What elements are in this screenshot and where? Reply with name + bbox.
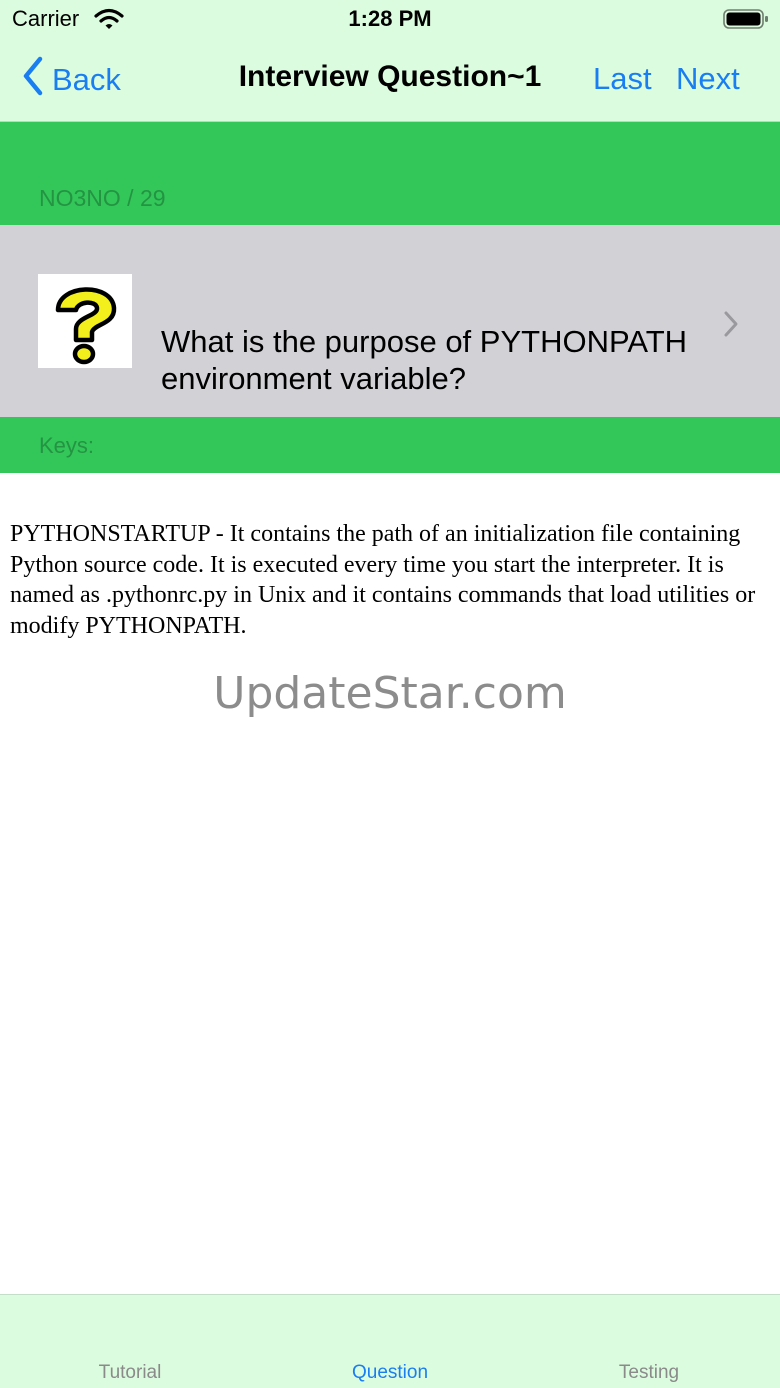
watermark: UpdateStar.com (213, 668, 567, 719)
back-button[interactable]: Back (22, 56, 121, 104)
tab-bar: Tutorial Question Testing (0, 1294, 780, 1388)
battery-icon (723, 8, 769, 35)
back-label: Back (52, 62, 121, 97)
clock: 1:28 PM (348, 6, 432, 31)
question-mark-icon (38, 274, 132, 368)
tab-question[interactable]: Question (290, 1362, 490, 1384)
tab-testing[interactable]: Testing (549, 1362, 749, 1384)
status-bar: Carrier 1:28 PM (0, 0, 780, 40)
question-text: What is the purpose of PYTHONPATH enviro… (161, 324, 688, 396)
chevron-left-icon (22, 56, 52, 104)
answer-text: PYTHONSTARTUP - It contains the path of … (10, 521, 756, 639)
question-header: NO3NO / 29 (0, 122, 780, 225)
question-counter: NO3NO / 29 (39, 185, 166, 211)
chevron-right-icon (722, 309, 740, 344)
navigation-bar: Back Interview Question~1 Last Next (0, 40, 780, 122)
last-button[interactable]: Last (593, 61, 652, 97)
next-button[interactable]: Next (676, 61, 740, 97)
page-title: Interview Question~1 (238, 60, 542, 93)
keys-band: Keys: (0, 417, 780, 473)
keys-label: Keys: (39, 433, 95, 458)
question-cell[interactable]: What is the purpose of PYTHONPATH enviro… (0, 225, 780, 417)
tab-tutorial[interactable]: Tutorial (30, 1362, 230, 1384)
